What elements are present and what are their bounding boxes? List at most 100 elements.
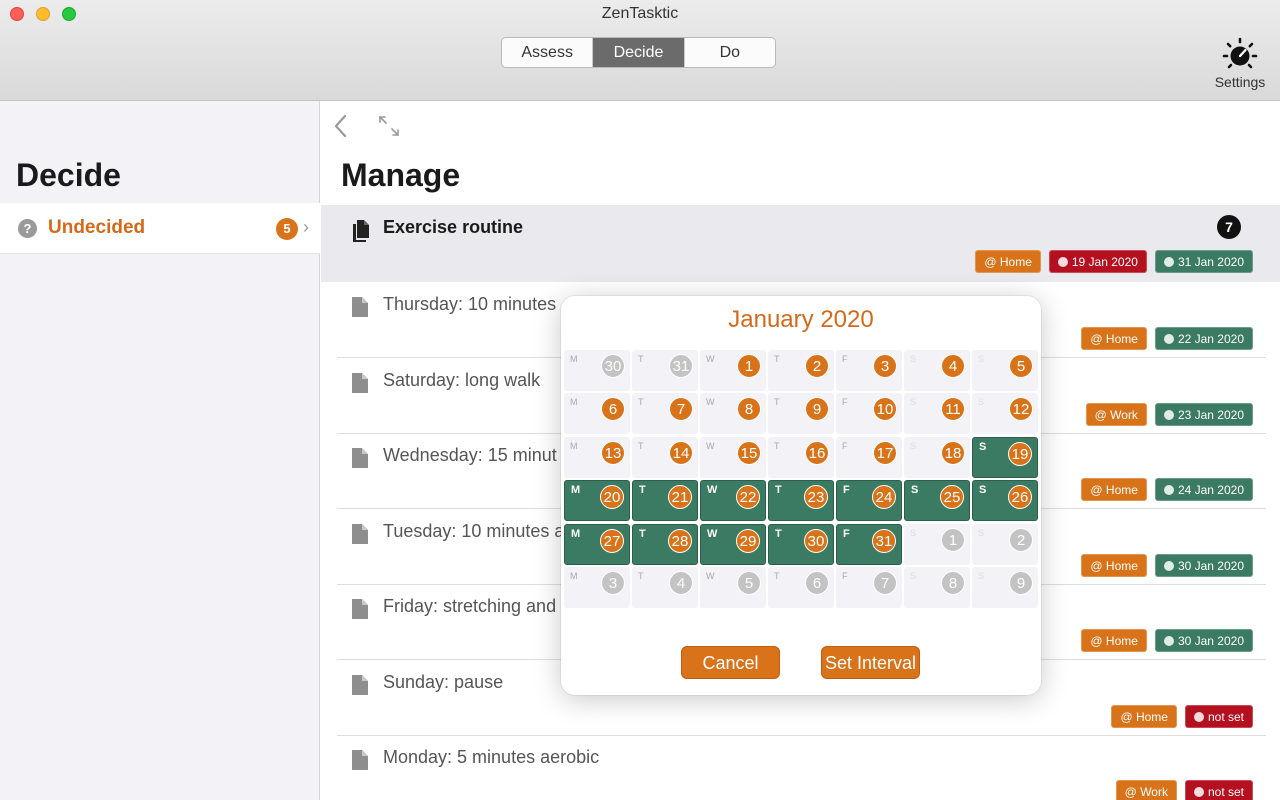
calendar-day-cell[interactable]: T4 xyxy=(632,566,698,608)
weekday-letter: S xyxy=(979,484,987,497)
start-date-tag[interactable]: 31 Jan 2020 xyxy=(1154,250,1253,273)
month-title: January 2020 xyxy=(728,306,874,333)
day-number: 19 xyxy=(1008,441,1032,466)
segment-decide[interactable]: Decide xyxy=(593,38,685,67)
calendar-day-cell[interactable]: S4 xyxy=(904,350,970,391)
context-tag[interactable]: @ Work xyxy=(1085,403,1147,426)
clock-icon xyxy=(1163,257,1174,267)
cancel-button[interactable]: Cancel xyxy=(681,646,780,679)
segment-assess[interactable]: Assess xyxy=(502,38,594,67)
clock-icon xyxy=(1163,485,1174,495)
calendar-day-cell[interactable]: W 15 xyxy=(700,436,766,478)
segment-do[interactable]: Do xyxy=(685,38,775,67)
calendar-day-cell[interactable]: F 17 xyxy=(836,436,902,478)
calendar-day-cell[interactable]: T 21 xyxy=(632,480,698,522)
calendar-day-cell[interactable]: F 24 xyxy=(836,480,902,522)
calendar-day-cell[interactable]: F3 xyxy=(836,350,902,391)
context-tag[interactable]: @ Home xyxy=(975,250,1041,273)
calendar-day-cell[interactable]: W 22 xyxy=(700,480,766,522)
document-icon xyxy=(351,296,369,323)
page-title: Manage xyxy=(341,157,461,193)
calendar-day-cell[interactable]: M6 xyxy=(564,393,630,435)
weekday-letter: T xyxy=(775,484,782,497)
calendar-day-cell[interactable]: T6 xyxy=(768,566,834,608)
date-interval-popover: January 2020 M 30 T 31 W 1 T 2 F 3 S 4 S 5 M 6 T 7 W 8 T 9 F 10… xyxy=(561,296,1041,695)
count-badge: 5 xyxy=(276,218,298,240)
start-date-tag[interactable]: 22 Jan 2020 xyxy=(1154,327,1253,350)
calendar-day-cell[interactable]: T2 xyxy=(768,350,834,391)
day-number: 14 xyxy=(669,440,693,465)
calendar-day-cell[interactable]: W1 xyxy=(700,350,766,391)
context-tag[interactable]: @ Home xyxy=(1081,554,1147,577)
task-label: Monday: 5 minutes aerobic xyxy=(383,747,600,767)
calendar-day-cell[interactable]: S 26 xyxy=(972,480,1038,522)
day-number: 28 xyxy=(668,528,692,553)
calendar-day-cell[interactable]: M 27 xyxy=(564,523,630,565)
calendar-day-cell[interactable]: S8 xyxy=(904,566,970,608)
weekday-letter: W xyxy=(707,527,718,540)
day-number: 10 xyxy=(873,397,897,422)
context-tag[interactable]: @ Home xyxy=(1081,478,1147,501)
calendar-day-cell[interactable]: M 30 xyxy=(564,350,630,391)
tag-text: 31 Jan 2020 xyxy=(1177,255,1244,269)
calendar-day-cell[interactable]: S 11 xyxy=(904,393,970,435)
calendar-day-cell[interactable]: W8 xyxy=(700,393,766,435)
calendar-day-cell[interactable]: M 20 xyxy=(564,480,630,522)
tag-text: 19 Jan 2020 xyxy=(1071,255,1138,269)
task-tags: @ Work 23 Jan 2020 xyxy=(1085,403,1253,426)
weekday-letter: S xyxy=(978,397,985,408)
start-date-tag[interactable]: 30 Jan 2020 xyxy=(1154,629,1253,652)
context-tag[interactable]: @ Work xyxy=(1115,780,1177,800)
due-date-tag[interactable]: not set xyxy=(1184,705,1253,728)
calendar-day-cell[interactable]: W 29 xyxy=(700,523,766,565)
task-label: Exercise routine xyxy=(383,217,524,237)
calendar-day-cell[interactable]: T 16 xyxy=(768,436,834,478)
calendar-day-cell[interactable]: T 14 xyxy=(632,436,698,478)
due-date-tag[interactable]: 19 Jan 2020 xyxy=(1048,250,1147,273)
calendar-day-cell[interactable]: T9 xyxy=(768,393,834,435)
calendar-day-cell[interactable]: F 31 xyxy=(836,523,902,565)
calendar-day-cell[interactable]: T 31 xyxy=(632,350,698,391)
project-row[interactable]: Exercise routine 7 @ Home 19 Jan 2020 31 Jan… xyxy=(321,205,1280,282)
day-number: 25 xyxy=(940,485,964,510)
calendar-day-cell[interactable]: F7 xyxy=(836,566,902,608)
calendar-day-cell[interactable]: S 25 xyxy=(904,480,970,522)
back-button[interactable] xyxy=(333,113,349,144)
day-number: 9 xyxy=(1009,570,1033,595)
tag-text: @ Home xyxy=(1090,332,1138,346)
start-date-tag[interactable]: 30 Jan 2020 xyxy=(1154,554,1253,577)
day-number: 29 xyxy=(736,528,760,553)
calendar-day-cell[interactable]: T 28 xyxy=(632,523,698,565)
day-number: 5 xyxy=(1009,354,1033,378)
calendar-day-cell[interactable]: S1 xyxy=(904,523,970,565)
due-date-tag[interactable]: not set xyxy=(1184,780,1253,800)
expand-arrows-icon xyxy=(379,116,399,136)
expand-button[interactable] xyxy=(377,114,401,143)
start-date-tag[interactable]: 23 Jan 2020 xyxy=(1154,403,1253,426)
day-number: 13 xyxy=(601,440,625,465)
calendar-day-cell[interactable]: T 23 xyxy=(768,480,834,522)
context-tag[interactable]: @ Home xyxy=(1111,705,1177,728)
sidebar-item-undecided[interactable]: ? Undecided 5 › xyxy=(0,203,320,254)
calendar-day-cell[interactable]: T7 xyxy=(632,393,698,435)
calendar-day-cell[interactable]: T 30 xyxy=(768,523,834,565)
calendar-day-cell[interactable]: M 13 xyxy=(564,436,630,478)
context-tag[interactable]: @ Home xyxy=(1081,629,1147,652)
calendar-day-cell[interactable]: F 10 xyxy=(836,393,902,435)
calendar-day-cell[interactable]: W5 xyxy=(700,566,766,608)
task-row[interactable]: Monday: 5 minutes aerobic @ Work not set xyxy=(321,735,1280,800)
document-icon xyxy=(351,372,369,399)
calendar-day-cell[interactable]: M3 xyxy=(564,566,630,608)
context-tag[interactable]: @ Home xyxy=(1081,327,1147,350)
settings-button[interactable]: Settings xyxy=(1210,37,1270,90)
calendar-day-cell[interactable]: S9 xyxy=(972,566,1038,608)
calendar-day-cell[interactable]: S5 xyxy=(972,350,1038,391)
calendar-day-cell[interactable]: S 18 xyxy=(904,436,970,478)
tag-text: @ Home xyxy=(1090,483,1138,497)
calendar-day-cell[interactable]: S2 xyxy=(972,523,1038,565)
weekday-letter: S xyxy=(978,570,985,581)
calendar-day-cell[interactable]: S 19 xyxy=(972,436,1038,478)
calendar-day-cell[interactable]: S 12 xyxy=(972,393,1038,435)
start-date-tag[interactable]: 24 Jan 2020 xyxy=(1154,478,1253,501)
set-interval-button[interactable]: Set Interval xyxy=(821,646,920,679)
